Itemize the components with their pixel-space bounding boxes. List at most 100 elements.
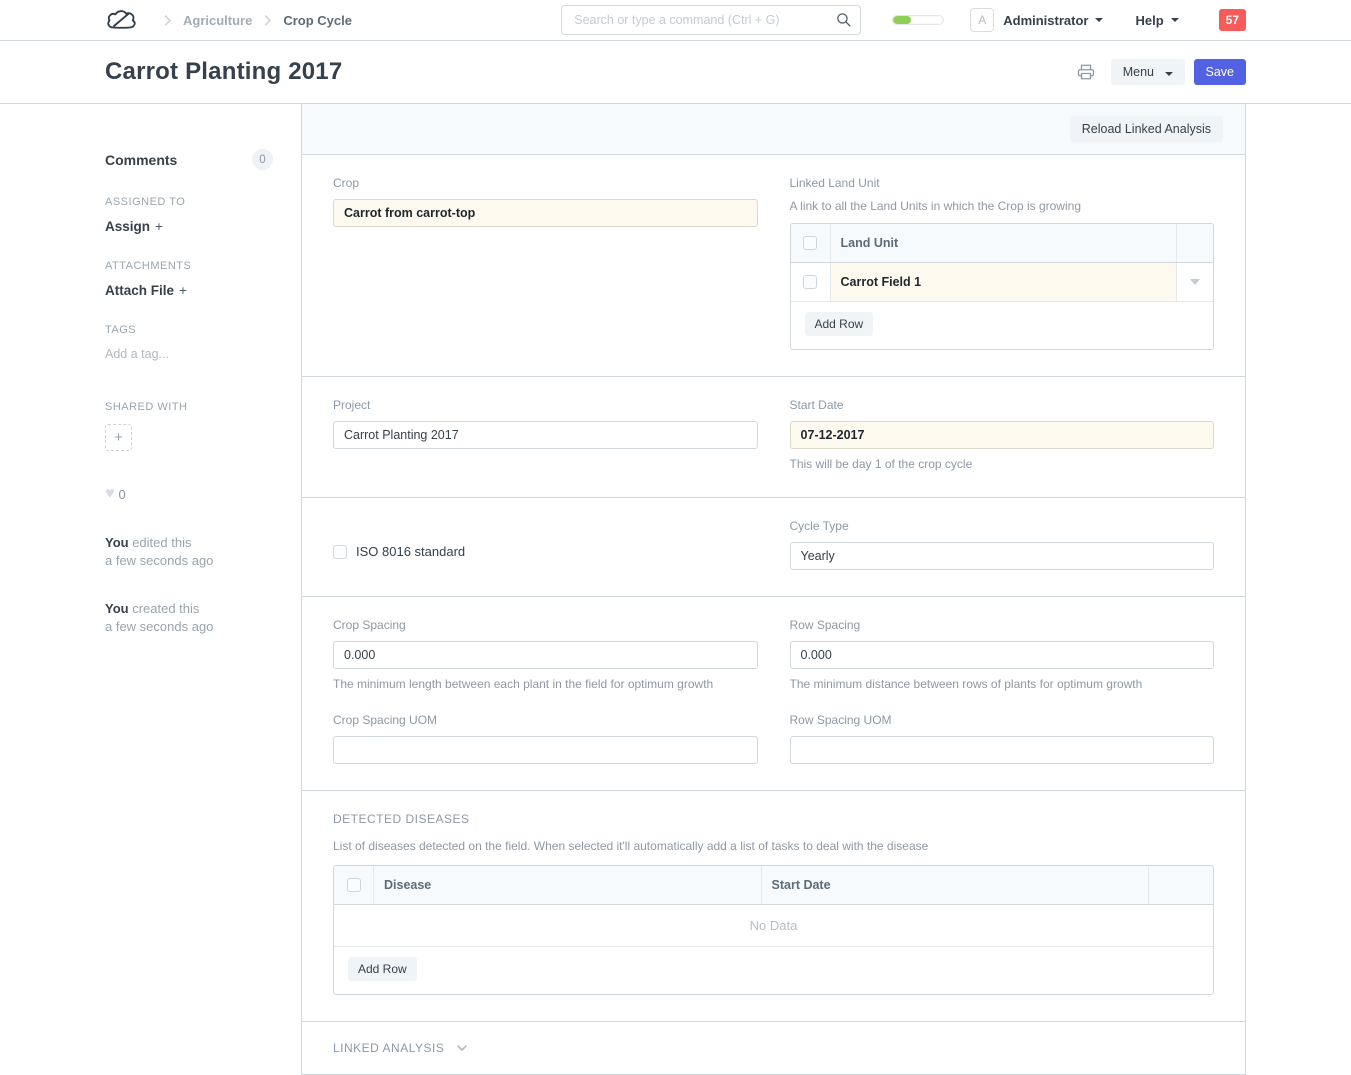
row-spacing-label: Row Spacing — [790, 618, 1215, 632]
linked-analysis-section-toggle[interactable]: LINKED ANALYSIS — [302, 1022, 1245, 1074]
start-date-column-header: Start Date — [762, 866, 1150, 904]
activity-action: edited this — [129, 535, 192, 550]
crop-label: Crop — [333, 176, 758, 190]
breadcrumb-chevron-icon — [260, 13, 275, 28]
no-data-row: No Data — [334, 905, 1213, 947]
comments-link[interactable]: Comments — [105, 152, 177, 168]
section-detected-diseases: DETECTED DISEASES List of diseases detec… — [302, 791, 1245, 1022]
linked-land-unit-label: Linked Land Unit — [790, 176, 1215, 190]
form-body: Reload Linked Analysis Crop Linked Land … — [301, 104, 1246, 1075]
activity-edited: You edited this a few seconds ago — [105, 534, 273, 569]
grid-header-spacer — [1177, 224, 1213, 262]
start-date-description: This will be day 1 of the crop cycle — [790, 457, 1215, 471]
section-spacing: Crop Spacing The minimum length between … — [302, 597, 1245, 791]
crop-spacing-input[interactable] — [333, 641, 758, 669]
menu-button[interactable]: Menu — [1111, 59, 1185, 85]
help-menu[interactable]: Help — [1135, 13, 1178, 28]
crop-spacing-uom-input[interactable] — [333, 736, 758, 764]
chevron-down-icon — [1165, 72, 1173, 76]
user-menu-label: Administrator — [1003, 13, 1088, 28]
search-input[interactable] — [561, 5, 861, 35]
crop-spacing-uom-label: Crop Spacing UOM — [333, 713, 758, 727]
select-all-cell — [791, 224, 831, 262]
menu-button-label: Menu — [1123, 65, 1154, 79]
page-head: Carrot Planting 2017 Menu Save — [0, 41, 1351, 104]
plus-icon: + — [114, 429, 123, 446]
activity-time: a few seconds ago — [105, 553, 213, 568]
land-unit-column-header: Land Unit — [831, 224, 1178, 262]
save-button[interactable]: Save — [1194, 59, 1247, 85]
assign-button[interactable]: Assign+ — [105, 219, 273, 234]
chevron-down-icon — [1095, 18, 1103, 22]
cycle-type-select[interactable] — [790, 542, 1215, 570]
diseases-grid: Disease Start Date No Data Add Row — [333, 865, 1214, 995]
start-date-input[interactable] — [790, 421, 1215, 449]
caret-down-icon — [1190, 279, 1200, 285]
like-count: 0 — [119, 487, 126, 502]
row-spacing-uom-input[interactable] — [790, 736, 1215, 764]
heart-icon: ♥ — [105, 485, 115, 503]
avatar-letter: A — [978, 13, 986, 27]
attach-file-label: Attach File — [105, 283, 174, 298]
grid-header-spacer — [1149, 866, 1213, 904]
top-navbar: Agriculture Crop Cycle A Administrator H… — [0, 0, 1351, 41]
comments-count-badge: 0 — [252, 149, 273, 170]
section-project: Project Start Date This will be day 1 of… — [302, 377, 1245, 498]
start-date-label: Start Date — [790, 398, 1215, 412]
linked-land-unit-description: A link to all the Land Units in which th… — [790, 199, 1215, 213]
shared-with-heading: SHARED WITH — [105, 401, 273, 413]
diseases-add-row-button[interactable]: Add Row — [348, 957, 417, 981]
assigned-to-heading: ASSIGNED TO — [105, 196, 273, 208]
iso-8016-label[interactable]: ISO 8016 standard — [356, 544, 465, 559]
activity-user: You — [105, 535, 129, 550]
crop-spacing-description: The minimum length between each plant in… — [333, 677, 758, 691]
land-unit-cell[interactable]: Carrot Field 1 — [831, 263, 1178, 301]
tags-heading: TAGS — [105, 324, 273, 336]
attach-file-button[interactable]: Attach File + — [105, 283, 273, 298]
add-tag-input[interactable]: Add a tag... — [105, 347, 273, 361]
chevron-down-icon — [454, 1040, 470, 1056]
row-expand-cell[interactable] — [1177, 263, 1213, 301]
select-all-checkbox[interactable] — [347, 878, 361, 892]
row-checkbox[interactable] — [803, 275, 817, 289]
app-logo-icon[interactable] — [105, 8, 138, 32]
land-unit-add-row-button[interactable]: Add Row — [805, 312, 874, 336]
user-menu[interactable]: Administrator — [1003, 13, 1103, 28]
setup-progress-bar[interactable] — [892, 15, 944, 25]
user-avatar[interactable]: A — [970, 8, 994, 32]
iso-8016-checkbox[interactable] — [333, 545, 347, 559]
activity-action: created this — [129, 601, 200, 616]
plus-icon: + — [155, 219, 163, 234]
row-check-cell — [791, 263, 831, 301]
detected-diseases-heading: DETECTED DISEASES — [333, 812, 1214, 826]
plus-icon: + — [179, 283, 187, 298]
help-menu-label: Help — [1135, 13, 1163, 28]
section-cycle: ISO 8016 standard Cycle Type — [302, 498, 1245, 597]
row-spacing-input[interactable] — [790, 641, 1215, 669]
select-all-checkbox[interactable] — [803, 236, 817, 250]
project-input[interactable] — [333, 421, 758, 449]
page-title: Carrot Planting 2017 — [105, 58, 342, 86]
notifications-badge[interactable]: 57 — [1219, 9, 1246, 31]
land-unit-grid: Land Unit Carrot Field 1 Add Row — [790, 223, 1215, 350]
row-spacing-description: The minimum distance between rows of pla… — [790, 677, 1215, 691]
form-toolbar: Reload Linked Analysis — [302, 104, 1245, 155]
activity-time: a few seconds ago — [105, 619, 213, 634]
share-add-button[interactable]: + — [105, 424, 132, 451]
reload-linked-analysis-button[interactable]: Reload Linked Analysis — [1070, 116, 1223, 142]
crop-spacing-label: Crop Spacing — [333, 618, 758, 632]
cycle-type-label: Cycle Type — [790, 519, 1215, 533]
like-toggle[interactable]: ♥ 0 — [105, 485, 273, 503]
row-spacing-uom-label: Row Spacing UOM — [790, 713, 1215, 727]
print-icon[interactable] — [1077, 63, 1095, 81]
global-search — [561, 5, 861, 35]
form-sidebar: Comments 0 ASSIGNED TO Assign+ ATTACHMEN… — [105, 104, 301, 1075]
activity-created: You created this a few seconds ago — [105, 600, 273, 635]
progress-fill — [893, 16, 911, 24]
table-row: Carrot Field 1 — [791, 263, 1214, 302]
search-icon[interactable] — [835, 11, 852, 31]
crop-input[interactable] — [333, 199, 758, 227]
activity-user: You — [105, 601, 129, 616]
breadcrumb-module[interactable]: Agriculture — [183, 13, 252, 28]
breadcrumb-doctype[interactable]: Crop Cycle — [283, 13, 352, 28]
